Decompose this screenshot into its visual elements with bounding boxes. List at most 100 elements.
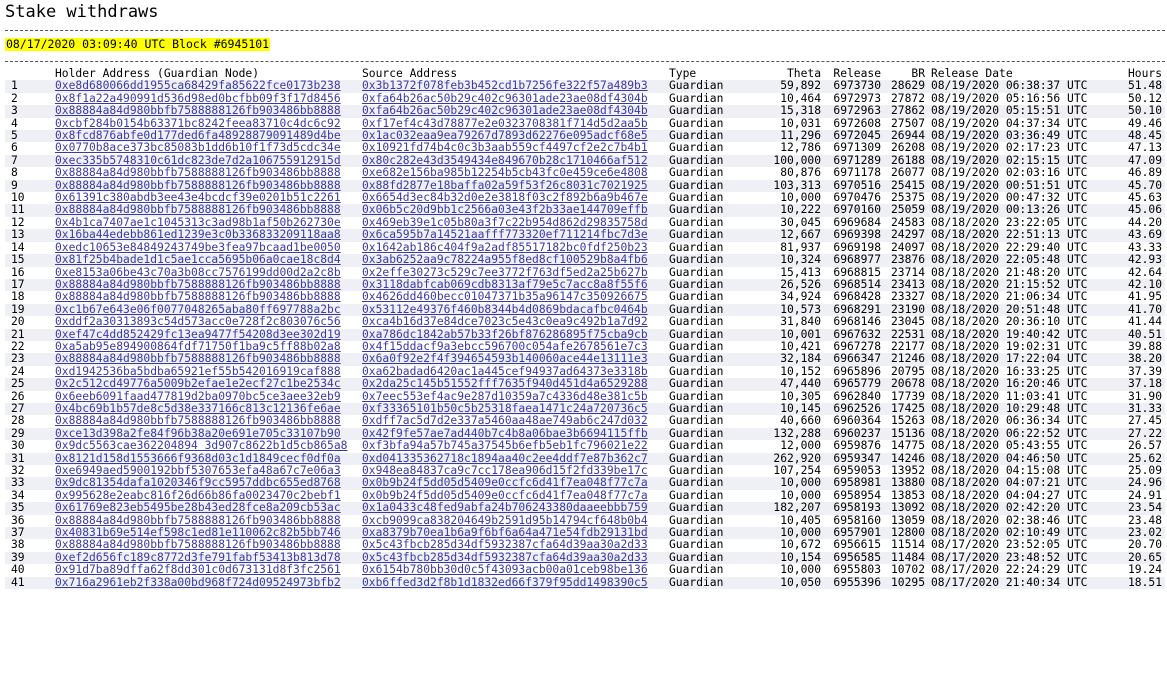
holder-address-link[interactable]: 0x88884a84d980bbfb7588888126fb903486bb88… <box>55 353 341 365</box>
source-address-link[interactable]: 0x2effe30273c529c7ee3772f763df5ed2a25b62… <box>362 267 648 279</box>
source-address-link[interactable]: 0xf3bfa94a57b745a37545b6efb5eb1fc796021e… <box>362 440 648 452</box>
source-address-link[interactable]: 0x6ca595b7a14521aafff773320ef711214fbc7d… <box>362 229 648 241</box>
source-address-link[interactable]: 0x10921fd74b4c0c3b3aab559cf4497cf2e2c7b4… <box>362 142 648 154</box>
table-row: 5 0x8fcd876abfe0d177ded6fa48928879091489d… <box>5 130 1165 143</box>
holder-address-link[interactable]: 0xc1b67e643e06f0077048265aba80ff697788a2… <box>55 304 341 316</box>
holder-address-link[interactable]: 0xcbf284b0154b63371bc8242feea83710c4dc6c… <box>55 118 341 130</box>
table-row: 40 0x91d7ba89dffa62f8dd301c0d673131d8f3fc… <box>5 564 1165 576</box>
source-address-link[interactable]: 0xa62badad6420ac1a445cef94937ad64373e331… <box>362 366 648 378</box>
holder-address-link[interactable]: 0x4b1ca7407ae1c1045313c3ad98b1af50b26273… <box>55 217 341 229</box>
holder-address-link[interactable]: 0x91d7ba89dffa62f8dd301c0d673131d8f3fc25… <box>55 564 341 576</box>
holder-address-link[interactable]: 0x88884a84d980bbfb7588888126fb903486bb88… <box>55 279 341 291</box>
holder-address-link[interactable]: 0x88884a84d980bbfb7588888126fb903486bb88… <box>55 539 341 551</box>
holder-address-link[interactable]: 0x61391c380abdb3ee43e4bcdcf39e0201b51c22… <box>55 192 341 204</box>
holder-address-link[interactable]: 0x61769e823eb5495be28b43ed28fce8a209cb53… <box>55 502 341 514</box>
source-address-link[interactable]: 0x4626dd460becc01047371b35a96147c3509266… <box>362 291 648 303</box>
source-address-link[interactable]: 0xe682e156ba985b12254b5cb43fc0e459ce6e48… <box>362 167 648 179</box>
holder-address-link[interactable]: 0x88884a84d980bbfb7588888126fb903486bb88… <box>55 415 341 427</box>
row-index: 25 <box>5 378 55 391</box>
source-address-link[interactable]: 0x3ab6252aa9c78224a955f8ed8cf100529b8a4f… <box>362 254 648 266</box>
source-address-link[interactable]: 0xa8379b70ea1b6a9f6bf6a64a471e54fdb29131… <box>362 527 648 539</box>
source-address-link[interactable]: 0x53112e49376f460b8344b4d0869bdacafbc046… <box>362 304 648 316</box>
source-address-link[interactable]: 0x1a0433c48fed9abfa24b706243380daaeebbb7… <box>362 502 648 514</box>
source-address-cell: 0x948ea84837ca9c7cc178ea906d15f2fd339be1… <box>362 465 669 477</box>
source-address-link[interactable]: 0xdff7ac5d7d2e337a5460aa48ae749ab6c247d0… <box>362 415 648 427</box>
holder-address-link[interactable]: 0x995628e2eabc816f26d66b86fa0023470c2beb… <box>55 490 341 502</box>
source-address-link[interactable]: 0x0b9b24f5dd05d5409e0ccfc6d41f7ea048f77c… <box>362 490 648 502</box>
hours-cell: 23.54 <box>1095 502 1165 515</box>
source-address-link[interactable]: 0x469eb39e1c05b80a3f7c22b954d862d2983575… <box>362 217 648 229</box>
source-address-link[interactable]: 0x7eec553ef4ac9e287d10359a7c4336d48e381c… <box>362 391 648 403</box>
holder-address-link[interactable]: 0xedc10653e84849243749be3fea97bcaad1be00… <box>55 242 341 254</box>
source-address-link[interactable]: 0x80c282e43d3549434e849670b28c1710466af5… <box>362 155 648 167</box>
holder-address-link[interactable]: 0x88884a84d980bbfb7588888126fb903486bb88… <box>55 105 341 117</box>
br-cell: 14246 <box>881 452 925 465</box>
source-address-link[interactable]: 0xf33365101b50c5b25318faea1471c24a720736… <box>362 403 648 415</box>
row-index: 31 <box>5 452 55 465</box>
holder-address-link[interactable]: 0x88884a84d980bbfb7588888126fb903486bb88… <box>55 515 341 527</box>
holder-address-link[interactable]: 0xec335b5748310c61dc823de7d2a10675591291… <box>55 155 341 167</box>
holder-address-link[interactable]: 0x88884a84d980bbfb7588888126fb903486bb88… <box>55 291 341 303</box>
release-date-cell: 08/18/2020 19:02:31 UTC <box>931 340 1088 353</box>
source-address-link[interactable]: 0x6154b780bb30d0c5f43093acb00a01ceb98be1… <box>362 564 648 576</box>
source-address-link[interactable]: 0x06b5c20d9bb1c2566a03e43f2b33ae144709ef… <box>362 204 648 216</box>
source-address-link[interactable]: 0x2da25c145b51552fff7635f940d451d4a65292… <box>362 378 648 390</box>
holder-address-link[interactable]: 0x2c512cd49776a5009b2efae1e2ecf27c1be253… <box>55 378 341 390</box>
source-address-link[interactable]: 0xb6ffed3d2f8b1d1832ed66f379f95dd1498390… <box>362 577 648 589</box>
source-address-link[interactable]: 0x3b1372f078feb3b452cd1b7256fe322f57a489… <box>362 80 648 92</box>
holder-address-link[interactable]: 0xa5ab95e894900864fdf71750f1ba9c5ff88b02… <box>55 341 341 353</box>
source-address-link[interactable]: 0xfa64b26ac50b29c402c96301ade23ae08df430… <box>362 93 648 105</box>
source-address-link[interactable]: 0xa786dc1842ab57b33f26bf876286895f75cba9… <box>362 329 648 341</box>
source-address-link[interactable]: 0x1ac032eaa9ea79267d7893d62276e095adcf68… <box>362 130 648 142</box>
table-row: 18 0x88884a84d980bbfb7588888126fb903486bb… <box>5 291 1165 303</box>
holder-address-link[interactable]: 0x81f25b4bade1d1c5ae1cca5695b06a0cae18c8… <box>55 254 341 266</box>
holder-address-link[interactable]: 0x716a2961eb2f338a00bd968f724d09524973bf… <box>55 577 341 589</box>
holder-address-link[interactable]: 0xe8d680066dd1955ca68429fa85622fce0173b2… <box>55 80 341 92</box>
holder-address-link[interactable]: 0xddf2a30313893c54d573acc0e728f2c803076c… <box>55 316 341 328</box>
holder-address-link[interactable]: 0x6eeb6091faad477819d2ba0970bc5ce3aee32e… <box>55 391 341 403</box>
holder-address-link[interactable]: 0x40831b69e514ef598c1ed81e110062c82b5bb7… <box>55 527 341 539</box>
holder-address-link[interactable]: 0x0770b8ace373bc85083b1dd6b10f1f73d5cdc3… <box>55 142 341 154</box>
holder-address-link[interactable]: 0x88884a84d980bbfb7588888126fb903486bb88… <box>55 204 341 216</box>
release-cell: 6958160 <box>833 514 881 527</box>
top-divider <box>5 30 1165 31</box>
holder-address-link[interactable]: 0x9dc81354dafa1020346f9cc5957ddbc655ed87… <box>55 477 341 489</box>
holder-address-cell: 0x88884a84d980bbfb7588888126fb903486bb88… <box>55 291 362 303</box>
source-address-link[interactable]: 0x1642ab186c404f9a2adf85517182bc0fdf250b… <box>362 242 648 254</box>
holder-address-link[interactable]: 0xef47c4dd852429fc13ea9477f54208d3ee302d… <box>55 329 341 341</box>
holder-address-link[interactable]: 0x9dc5563cae362204894 3d907c8622b1d5cb86… <box>55 440 347 452</box>
holder-address-link[interactable]: 0x88884a84d980bbfb7588888126fb903486bb88… <box>55 167 341 179</box>
holder-address-link[interactable]: 0xd1942536ba5bdba65921ef55b542016919caf8… <box>55 366 341 378</box>
source-address-link[interactable]: 0x5c43fbcb285d34df5932387cfa64d39aa30a2d… <box>362 539 648 551</box>
source-address-link[interactable]: 0x948ea84837ca9c7cc178ea906d15f2fd339be1… <box>362 465 648 477</box>
source-address-link[interactable]: 0x0b9b24f5dd05d5409e0ccfc6d41f7ea048f77c… <box>362 477 648 489</box>
source-address-link[interactable]: 0x6a0f92e2f4f394654593b140060ace44e13111… <box>362 353 648 365</box>
source-address-link[interactable]: 0x6654d3ec84b32d0e2e3818f03c2f892b6a9b46… <box>362 192 648 204</box>
release-date-cell: 08/18/2020 22:29:40 UTC <box>931 241 1088 254</box>
source-address-link[interactable]: 0xf17ef4c43d78877e2e0323708381f714d5d2aa… <box>362 118 648 130</box>
holder-address-link[interactable]: 0xe8153a06be43c70a3b08cc7576199dd00d2a2c… <box>55 267 341 279</box>
holder-address-link[interactable]: 0x16ba44edebb861ed1239e3c0b336833209118a… <box>55 229 341 241</box>
source-address-link[interactable]: 0xcb9099ca838204649b2591d95b14794cf648b0… <box>362 515 648 527</box>
holder-address-link[interactable]: 0x88884a84d980bbfb7588888126fb903486bb88… <box>55 180 341 192</box>
holder-address-link[interactable]: 0xef2d656fc189c8772d3fe791fabf53413b813d… <box>55 552 341 564</box>
holder-address-link[interactable]: 0x8121d158d1553666f9368d03c1d1849cecf0df… <box>55 453 341 465</box>
source-address-link[interactable]: 0x4f15ddacf9a3ebcc596700c054afe2678561e7… <box>362 341 648 353</box>
source-address-link[interactable]: 0xfa64b26ac50b29c402c96301ade23ae08df430… <box>362 105 648 117</box>
source-address-link[interactable]: 0xca4b16d37e84dce7023c5e43c0ea9c492b1a7d… <box>362 316 648 328</box>
holder-address-link[interactable]: 0x4bc69b1b57de8c5d38e337166c813c12136fe6… <box>55 403 341 415</box>
source-address-link[interactable]: 0x42f9fe57ae7ad440b7c4b8a06bae3b6694115f… <box>362 428 648 440</box>
holder-address-link[interactable]: 0x8fcd876abfe0d177ded6fa48928879091489d4… <box>55 130 341 142</box>
holder-address-link[interactable]: 0xce13d398a2fe84f96b38a20e691e705c33107b… <box>55 428 341 440</box>
table-row: 26 0x6eeb6091faad477819d2ba0970bc5ce3aee3… <box>5 391 1165 403</box>
row-index: 8 <box>11 167 18 180</box>
holder-address-link[interactable]: 0x8f1a22a490991d536d98ed0bcfbb09f3f17d84… <box>55 93 341 105</box>
br-cell: 28629 <box>881 80 925 93</box>
source-address-link[interactable]: 0x5c43fbcb285d34df5932387cfa64d39aa30a2d… <box>362 552 648 564</box>
source-address-link[interactable]: 0x88fd2877e18baffa02a59f53f26c8031c70219… <box>362 180 648 192</box>
source-address-link[interactable]: 0xd041335362718c1894aa40c2ee4ddf7e87b362… <box>362 453 648 465</box>
source-address-link[interactable]: 0x3118dabfcab069cdb8313af79e5c7acc8a8f55… <box>362 279 648 291</box>
release-cell: 6967278 <box>833 340 881 353</box>
type-cell: Guardian <box>669 378 747 391</box>
holder-address-link[interactable]: 0xe6949aed5900192bbf5307653efa48a67c7e06… <box>55 465 341 477</box>
